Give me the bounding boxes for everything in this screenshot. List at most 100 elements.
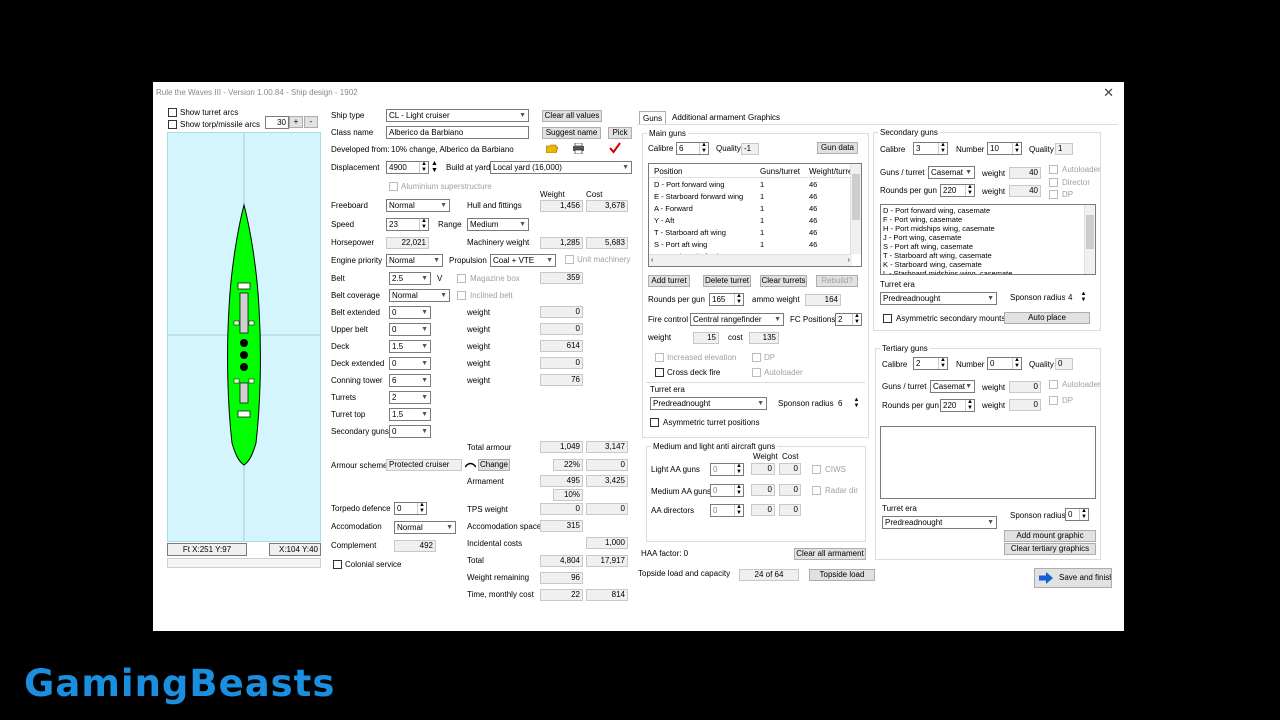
checkmark-icon[interactable] (609, 142, 621, 154)
magazine-box-checkbox[interactable] (457, 274, 466, 283)
asymmetric-secondary-checkbox[interactable] (883, 314, 892, 323)
list-item[interactable]: D - Port forward wing, casemate (881, 206, 1085, 215)
armor-row-select[interactable]: 1.5 ▼ (389, 340, 431, 353)
ter-autoloader-checkbox[interactable] (1049, 380, 1058, 389)
propulsion-select[interactable]: Coal + VTE ▼ (490, 254, 556, 267)
pick-button[interactable]: Pick (608, 127, 632, 139)
engine-priority-select[interactable]: Normal ▼ (386, 254, 443, 267)
spinner-arrows-icon[interactable]: ▲ ▼ (852, 314, 861, 325)
suggest-name-button[interactable]: Suggest name (542, 127, 601, 139)
spinner-arrows-icon[interactable]: ▲ ▼ (699, 143, 708, 154)
show-torp-arcs-checkbox[interactable] (168, 120, 177, 129)
add-turret-button[interactable]: Add turret (648, 275, 690, 287)
spinner-arrows-icon[interactable]: ▲ ▼ (965, 400, 974, 411)
column-header-position[interactable]: Position (654, 166, 682, 177)
armor-row-select[interactable]: 6 ▼ (389, 374, 431, 387)
fc-positions-spinner[interactable]: 2 ▲ ▼ (835, 313, 862, 326)
spinner-arrows-icon[interactable]: ▲ ▼ (419, 162, 428, 173)
spinner-arrows-icon[interactable]: ▲ ▼ (734, 485, 743, 496)
displacement-spinner[interactable]: 4900 ▲ ▼ (386, 161, 429, 174)
aluminium-checkbox[interactable] (389, 182, 398, 191)
zoom-plus-button[interactable]: + (289, 116, 303, 128)
secondary-mounts-list[interactable]: D - Port forward wing, casemate F - Port … (880, 204, 1096, 275)
armor-row-select[interactable]: 0 ▼ (389, 306, 431, 319)
spinner-arrows-icon[interactable]: ▲ ▼ (734, 294, 743, 305)
ship-preview-canvas[interactable] (167, 132, 321, 542)
topside-load-button[interactable]: Topside load (809, 569, 875, 581)
tertiary-mounts-list[interactable] (880, 426, 1096, 499)
accomodation-select[interactable]: Normal ▼ (394, 521, 456, 534)
scrollbar-thumb[interactable] (1086, 215, 1094, 249)
table-row[interactable]: T - Starboard aft wing 1 46 (649, 227, 852, 239)
ter-number-spinner[interactable]: 0 ▲ ▼ (987, 357, 1022, 370)
cross-deck-fire-checkbox[interactable] (655, 368, 664, 377)
torpedo-defence-spinner[interactable]: 0 ▲ ▼ (394, 502, 427, 515)
armor-row-select[interactable]: 1.5 ▼ (389, 408, 431, 421)
speed-spinner[interactable]: 23 ▲ ▼ (386, 218, 429, 231)
ter-guns-turret-select[interactable]: Casemat ▼ (930, 380, 975, 393)
freeboard-select[interactable]: Normal ▼ (386, 199, 450, 212)
main-autoloader-checkbox[interactable] (752, 368, 761, 377)
column-header-weight-turret[interactable]: Weight/turre (809, 166, 853, 177)
main-guns-table[interactable]: Position Guns/turret Weight/turre D - Po… (648, 163, 862, 267)
ciws-checkbox[interactable] (812, 465, 821, 474)
ter-dp-checkbox[interactable] (1049, 396, 1058, 405)
clear-tertiary-graphics-button[interactable]: Clear tertiary graphics (1004, 543, 1096, 555)
spinner-arrows-icon[interactable]: ▲ ▼ (965, 185, 974, 196)
aa-row-spinner[interactable]: 0 ▲ ▼ (710, 504, 744, 517)
main-calibre-spinner[interactable]: 6 ▲ ▼ (676, 142, 709, 155)
list-item[interactable]: F - Port wing, casemate (881, 215, 1085, 224)
delete-turret-button[interactable]: Delete turret (703, 275, 751, 287)
spinner-arrows-icon[interactable]: ▲ ▼ (852, 398, 861, 409)
sec-sponson-spinner[interactable]: 4 ▲ ▼ (1065, 291, 1089, 304)
spinner-arrows-icon[interactable]: ▲ ▼ (938, 358, 947, 369)
fire-control-select[interactable]: Central rangefinder ▼ (690, 313, 784, 326)
auto-place-button[interactable]: Auto place (1004, 312, 1090, 324)
sec-dp-checkbox[interactable] (1049, 190, 1058, 199)
sec-rounds-spinner[interactable]: 220 ▲ ▼ (940, 184, 975, 197)
colonial-service-checkbox[interactable] (333, 560, 342, 569)
secondary-list-scrollbar[interactable] (1084, 205, 1095, 274)
change-armour-scheme-button[interactable]: Change (478, 459, 510, 471)
ship-type-select[interactable]: CL - Light cruiser ▼ (386, 109, 529, 122)
spinner-arrows-icon[interactable]: ▲ ▼ (419, 219, 428, 230)
spinner-arrows-icon[interactable]: ▲ ▼ (938, 143, 947, 154)
armor-row-select[interactable]: 0 ▼ (389, 357, 431, 370)
list-item[interactable]: L - Starboard midships wing, casemate (881, 269, 1085, 274)
add-mount-graphic-button[interactable]: Add mount graphic (1004, 530, 1096, 542)
tab-additional-armament[interactable]: Additional armament (669, 111, 748, 124)
spinner-arrows-icon[interactable]: ▲ ▼ (734, 505, 743, 516)
list-item[interactable]: T - Starboard aft wing, casemate (881, 251, 1085, 260)
table-row[interactable]: E - Starboard forward wing 1 46 (649, 191, 852, 203)
sec-turret-era-select[interactable]: Predreadnought ▼ (880, 292, 997, 305)
tab-graphics[interactable]: Graphics (745, 111, 783, 124)
build-at-yard-select[interactable]: Local yard (16,000) ▼ (490, 161, 632, 174)
aa-row-spinner[interactable]: 0 ▲ ▼ (710, 484, 744, 497)
radar-dir-checkbox[interactable] (812, 486, 821, 495)
increased-elevation-checkbox[interactable] (655, 353, 664, 362)
spinner-arrows-icon[interactable]: ▲ ▼ (1079, 292, 1088, 303)
spinner-arrows-icon[interactable]: ▲ ▼ (417, 503, 426, 514)
show-turret-arcs-checkbox[interactable] (168, 108, 177, 117)
zoom-minus-button[interactable]: - (304, 116, 318, 128)
spinner-arrows-icon[interactable]: ▲ ▼ (734, 464, 743, 475)
save-and-finish-button[interactable]: Save and finish (1034, 568, 1112, 588)
table-row[interactable]: Y - Aft 1 46 (649, 215, 852, 227)
close-icon[interactable]: ✕ (1103, 82, 1114, 104)
table-row[interactable]: D - Port forward wing 1 46 (649, 179, 852, 191)
preview-scrollbar[interactable] (167, 558, 321, 568)
spinner-arrows-icon[interactable]: ▲ ▼ (1012, 358, 1021, 369)
main-guns-scrollbar[interactable] (850, 164, 861, 254)
clear-all-values-button[interactable]: Clear all values (542, 110, 602, 122)
main-turret-era-select[interactable]: Predreadnought ▼ (650, 397, 767, 410)
list-item[interactable]: J - Port wing, casemate (881, 233, 1085, 242)
main-sponson-spinner[interactable]: 6 ▲ ▼ (835, 397, 862, 410)
gun-data-button[interactable]: Gun data (817, 142, 858, 154)
range-select[interactable]: Medium ▼ (467, 218, 529, 231)
chevron-left-icon[interactable]: ‹ (651, 255, 653, 266)
clear-all-armament-button[interactable]: Clear all armament (794, 548, 866, 560)
chevron-right-icon[interactable]: › (848, 255, 850, 266)
tab-guns[interactable]: Guns (639, 111, 667, 124)
belt-coverage-select[interactable]: Normal ▼ (389, 289, 450, 302)
table-row[interactable]: S - Port aft wing 1 46 (649, 239, 852, 251)
